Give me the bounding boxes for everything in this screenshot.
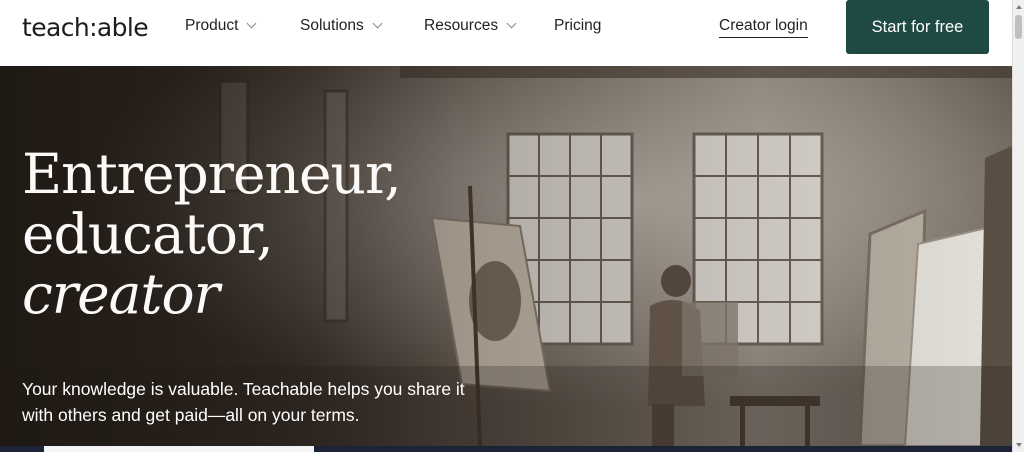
nav-item-label: Solutions [300, 17, 364, 34]
hero-section: Entrepreneur, educator, creator Your kno… [0, 66, 1012, 446]
chevron-down-icon [246, 18, 257, 29]
nav-item-label: Pricing [554, 17, 602, 34]
nav-item-label: Product [185, 17, 239, 34]
nav-item-pricing[interactable]: Pricing [554, 17, 601, 35]
page-scrollbar[interactable] [1012, 0, 1024, 452]
start-for-free-button[interactable]: Start for free [846, 0, 989, 54]
hero-headline: Entrepreneur, educator, creator [22, 142, 402, 326]
nav-item-label: Resources [424, 17, 499, 34]
scrollbar-thumb[interactable] [1015, 15, 1022, 39]
hero-headline-line-2: educator, [22, 202, 274, 266]
hero-subtext: Your knowledge is valuable. Teachable he… [22, 379, 465, 425]
nav-item-solutions[interactable]: Solutions [300, 17, 383, 35]
scroll-down-arrow-icon[interactable] [1016, 443, 1022, 447]
chevron-down-icon [372, 18, 383, 29]
scroll-up-arrow-icon[interactable] [1016, 5, 1022, 9]
next-section-card-edge [44, 446, 314, 452]
top-navigation: teach:able Product Solutions Resources P… [0, 0, 1012, 66]
nav-item-resources[interactable]: Resources [424, 17, 517, 35]
hero-headline-line-3: creator [22, 262, 220, 326]
creator-login-link[interactable]: Creator login [719, 17, 808, 38]
teachable-logo[interactable]: teach:able [22, 13, 149, 42]
hero-headline-line-1: Entrepreneur, [22, 142, 402, 206]
nav-item-product[interactable]: Product [185, 17, 257, 35]
chevron-down-icon [506, 18, 517, 29]
